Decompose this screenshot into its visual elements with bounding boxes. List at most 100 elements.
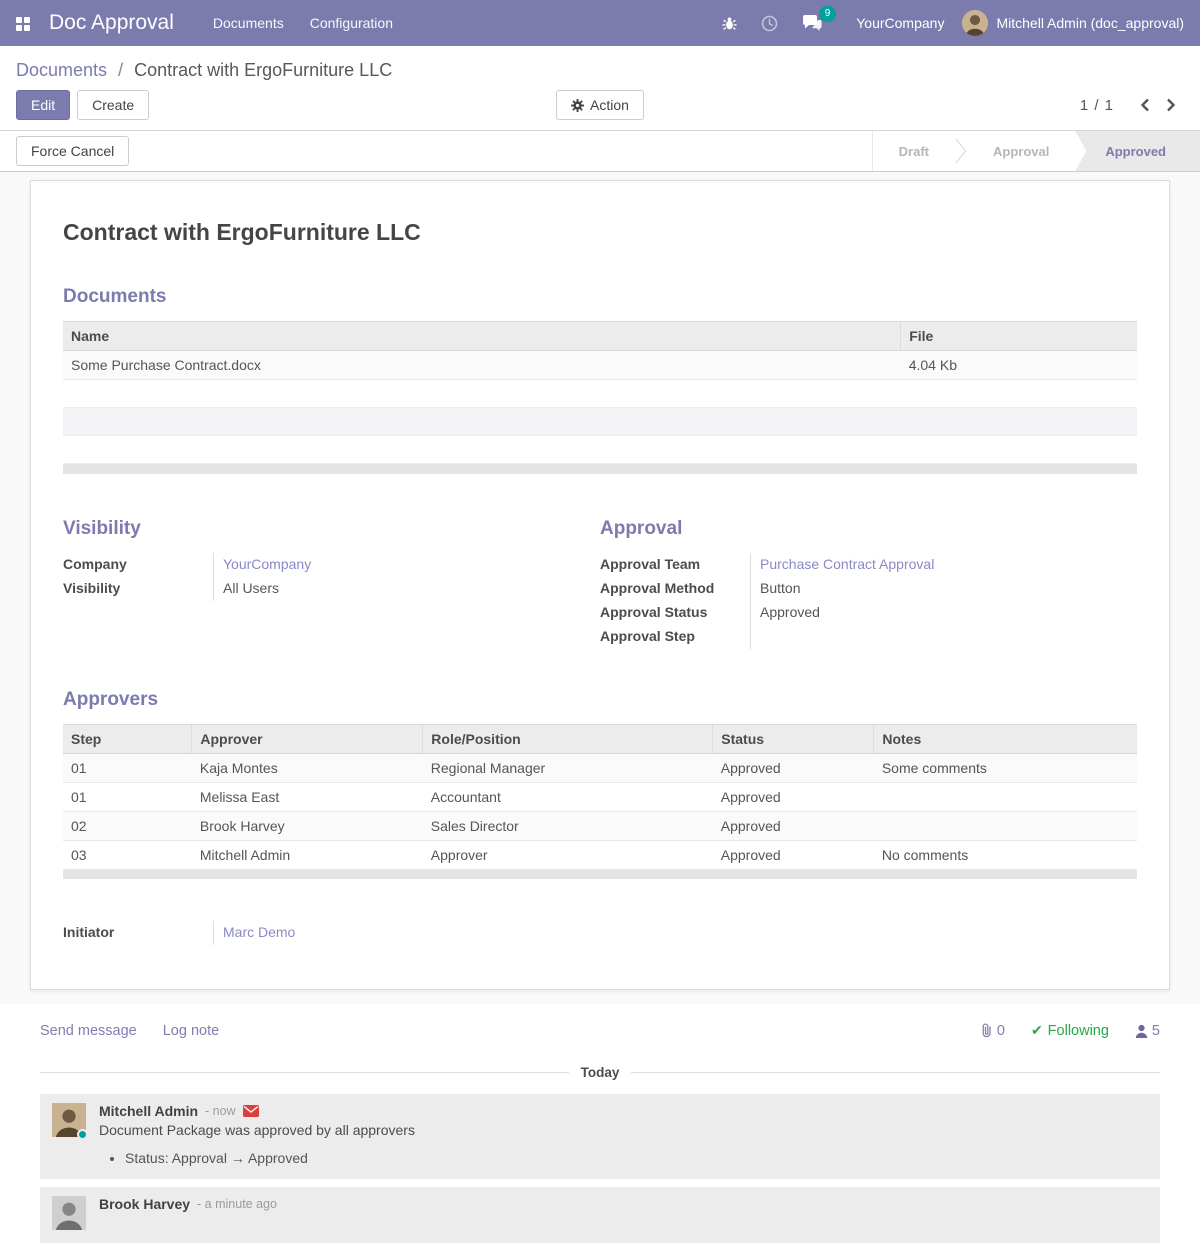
following-button[interactable]: ✔ Following [1031, 1022, 1109, 1039]
action-button[interactable]: Action [556, 90, 644, 120]
approval-method-label: Approval Method [600, 577, 750, 601]
approver-step: 02 [63, 811, 192, 840]
document-file-size: 4.04 Kb [901, 351, 1137, 380]
documents-col-file[interactable]: File [901, 322, 1137, 351]
send-message-button[interactable]: Send message [40, 1023, 137, 1039]
initiator-value-link[interactable]: Marc Demo [223, 924, 295, 940]
message-author[interactable]: Brook Harvey [99, 1196, 190, 1212]
approval-team-value-link[interactable]: Purchase Contract Approval [760, 556, 934, 572]
app-title[interactable]: Doc Approval [49, 11, 174, 35]
approver-row[interactable]: 01 Melissa East Accountant Approved [63, 782, 1137, 811]
pager: 1 / 1 [1080, 94, 1184, 116]
apps-menu-icon[interactable] [16, 17, 29, 30]
approvers-col-approver[interactable]: Approver [192, 724, 423, 753]
create-button[interactable]: Create [77, 90, 149, 120]
approvers-table: Step Approver Role/Position Status Notes… [63, 724, 1137, 880]
approver-notes [874, 782, 1137, 811]
stage-chevron-icon [955, 131, 967, 171]
stage-draft[interactable]: Draft [873, 131, 955, 171]
chatter: Send message Log note 0 ✔ Following 5 [0, 1004, 1200, 1243]
check-icon: ✔ [1031, 1022, 1043, 1039]
tracking-value: Status: Approval → Approved [125, 1150, 1148, 1166]
breadcrumb-documents[interactable]: Documents [16, 60, 107, 80]
status-pipeline: Draft Approval Approved [872, 131, 1200, 171]
approver-name: Kaja Montes [192, 753, 423, 782]
pager-next-icon[interactable] [1158, 94, 1184, 116]
stage-approved[interactable]: Approved [1075, 131, 1200, 171]
table-footer-strip [63, 869, 1137, 879]
edit-button[interactable]: Edit [16, 90, 70, 120]
approval-step-label: Approval Step [600, 625, 750, 649]
log-note-button[interactable]: Log note [163, 1023, 219, 1039]
approver-row[interactable]: 03 Mitchell Admin Approver Approved No c… [63, 840, 1137, 869]
approver-row[interactable]: 01 Kaja Montes Regional Manager Approved… [63, 753, 1137, 782]
approvers-col-role[interactable]: Role/Position [423, 724, 713, 753]
approver-notes: No comments [874, 840, 1137, 869]
approvers-col-status[interactable]: Status [713, 724, 874, 753]
approver-status: Approved [713, 753, 874, 782]
user-menu[interactable]: Mitchell Admin (doc_approval) [962, 10, 1184, 36]
stage-approval[interactable]: Approval [967, 131, 1075, 171]
approver-status: Approved [713, 840, 874, 869]
activities-clock-icon[interactable] [749, 15, 790, 32]
empty-row [63, 436, 1137, 464]
documents-table: Name File Some Purchase Contract.docx 4.… [63, 321, 1137, 474]
table-footer-strip [63, 464, 1137, 474]
documents-col-name[interactable]: Name [63, 322, 901, 351]
empty-row [63, 408, 1137, 436]
approval-method-value: Button [750, 577, 1137, 601]
force-cancel-button[interactable]: Force Cancel [16, 136, 129, 166]
form-statusbar: Force Cancel Draft Approval Approved [0, 131, 1200, 172]
company-label: Company [63, 553, 213, 577]
approver-row[interactable]: 02 Brook Harvey Sales Director Approved [63, 811, 1137, 840]
breadcrumb-separator: / [118, 60, 123, 80]
approver-name: Mitchell Admin [192, 840, 423, 869]
approvers-section-heading: Approvers [63, 689, 1137, 711]
date-divider-label: Today [581, 1065, 620, 1080]
message-count-badge: 9 [819, 6, 837, 22]
messages-icon[interactable]: 9 [790, 15, 834, 31]
message-avatar[interactable] [52, 1196, 86, 1230]
message-text: Document Package was approved by all app… [99, 1122, 1148, 1138]
menu-documents[interactable]: Documents [200, 0, 297, 46]
message-timestamp: - now [205, 1104, 236, 1118]
approval-step-field: Approval Step [600, 625, 1137, 649]
company-value-link[interactable]: YourCompany [223, 556, 311, 572]
menu-configuration[interactable]: Configuration [297, 0, 406, 46]
approver-role: Regional Manager [423, 753, 713, 782]
approver-status: Approved [713, 782, 874, 811]
company-field: Company YourCompany [63, 553, 600, 577]
approver-name: Brook Harvey [192, 811, 423, 840]
approval-team-label: Approval Team [600, 553, 750, 577]
top-navbar: Doc Approval Documents Configuration 9 Y… [0, 0, 1200, 46]
debug-bug-icon[interactable] [710, 16, 749, 31]
approval-section-heading: Approval [600, 518, 1137, 540]
document-row[interactable]: Some Purchase Contract.docx 4.04 Kb [63, 351, 1137, 380]
email-envelope-icon [243, 1105, 259, 1117]
breadcrumb: Documents / Contract with ErgoFurniture … [0, 46, 1200, 85]
company-switcher[interactable]: YourCompany [834, 15, 962, 31]
user-avatar [962, 10, 988, 36]
attachments-counter[interactable]: 0 [980, 1023, 1005, 1039]
pager-previous-icon[interactable] [1132, 94, 1158, 116]
breadcrumb-current: Contract with ErgoFurniture LLC [134, 60, 392, 80]
visibility-field: Visibility All Users [63, 577, 600, 601]
initiator-label: Initiator [63, 921, 213, 945]
message-author[interactable]: Mitchell Admin [99, 1103, 198, 1119]
message-item: Brook Harvey - a minute ago [40, 1187, 1160, 1243]
visibility-value: All Users [213, 577, 600, 601]
approver-role: Accountant [423, 782, 713, 811]
approvers-col-step[interactable]: Step [63, 724, 192, 753]
approver-status: Approved [713, 811, 874, 840]
approvers-col-notes[interactable]: Notes [874, 724, 1137, 753]
followers-counter[interactable]: 5 [1135, 1023, 1160, 1039]
gear-icon [571, 99, 584, 112]
user-name: Mitchell Admin (doc_approval) [996, 15, 1184, 31]
approver-role: Approver [423, 840, 713, 869]
document-name[interactable]: Some Purchase Contract.docx [63, 351, 901, 380]
approval-team-field: Approval Team Purchase Contract Approval [600, 553, 1137, 577]
approval-status-label: Approval Status [600, 601, 750, 625]
approval-status-value: Approved [750, 601, 1137, 625]
control-panel: Documents / Contract with ErgoFurniture … [0, 46, 1200, 131]
approval-method-field: Approval Method Button [600, 577, 1137, 601]
